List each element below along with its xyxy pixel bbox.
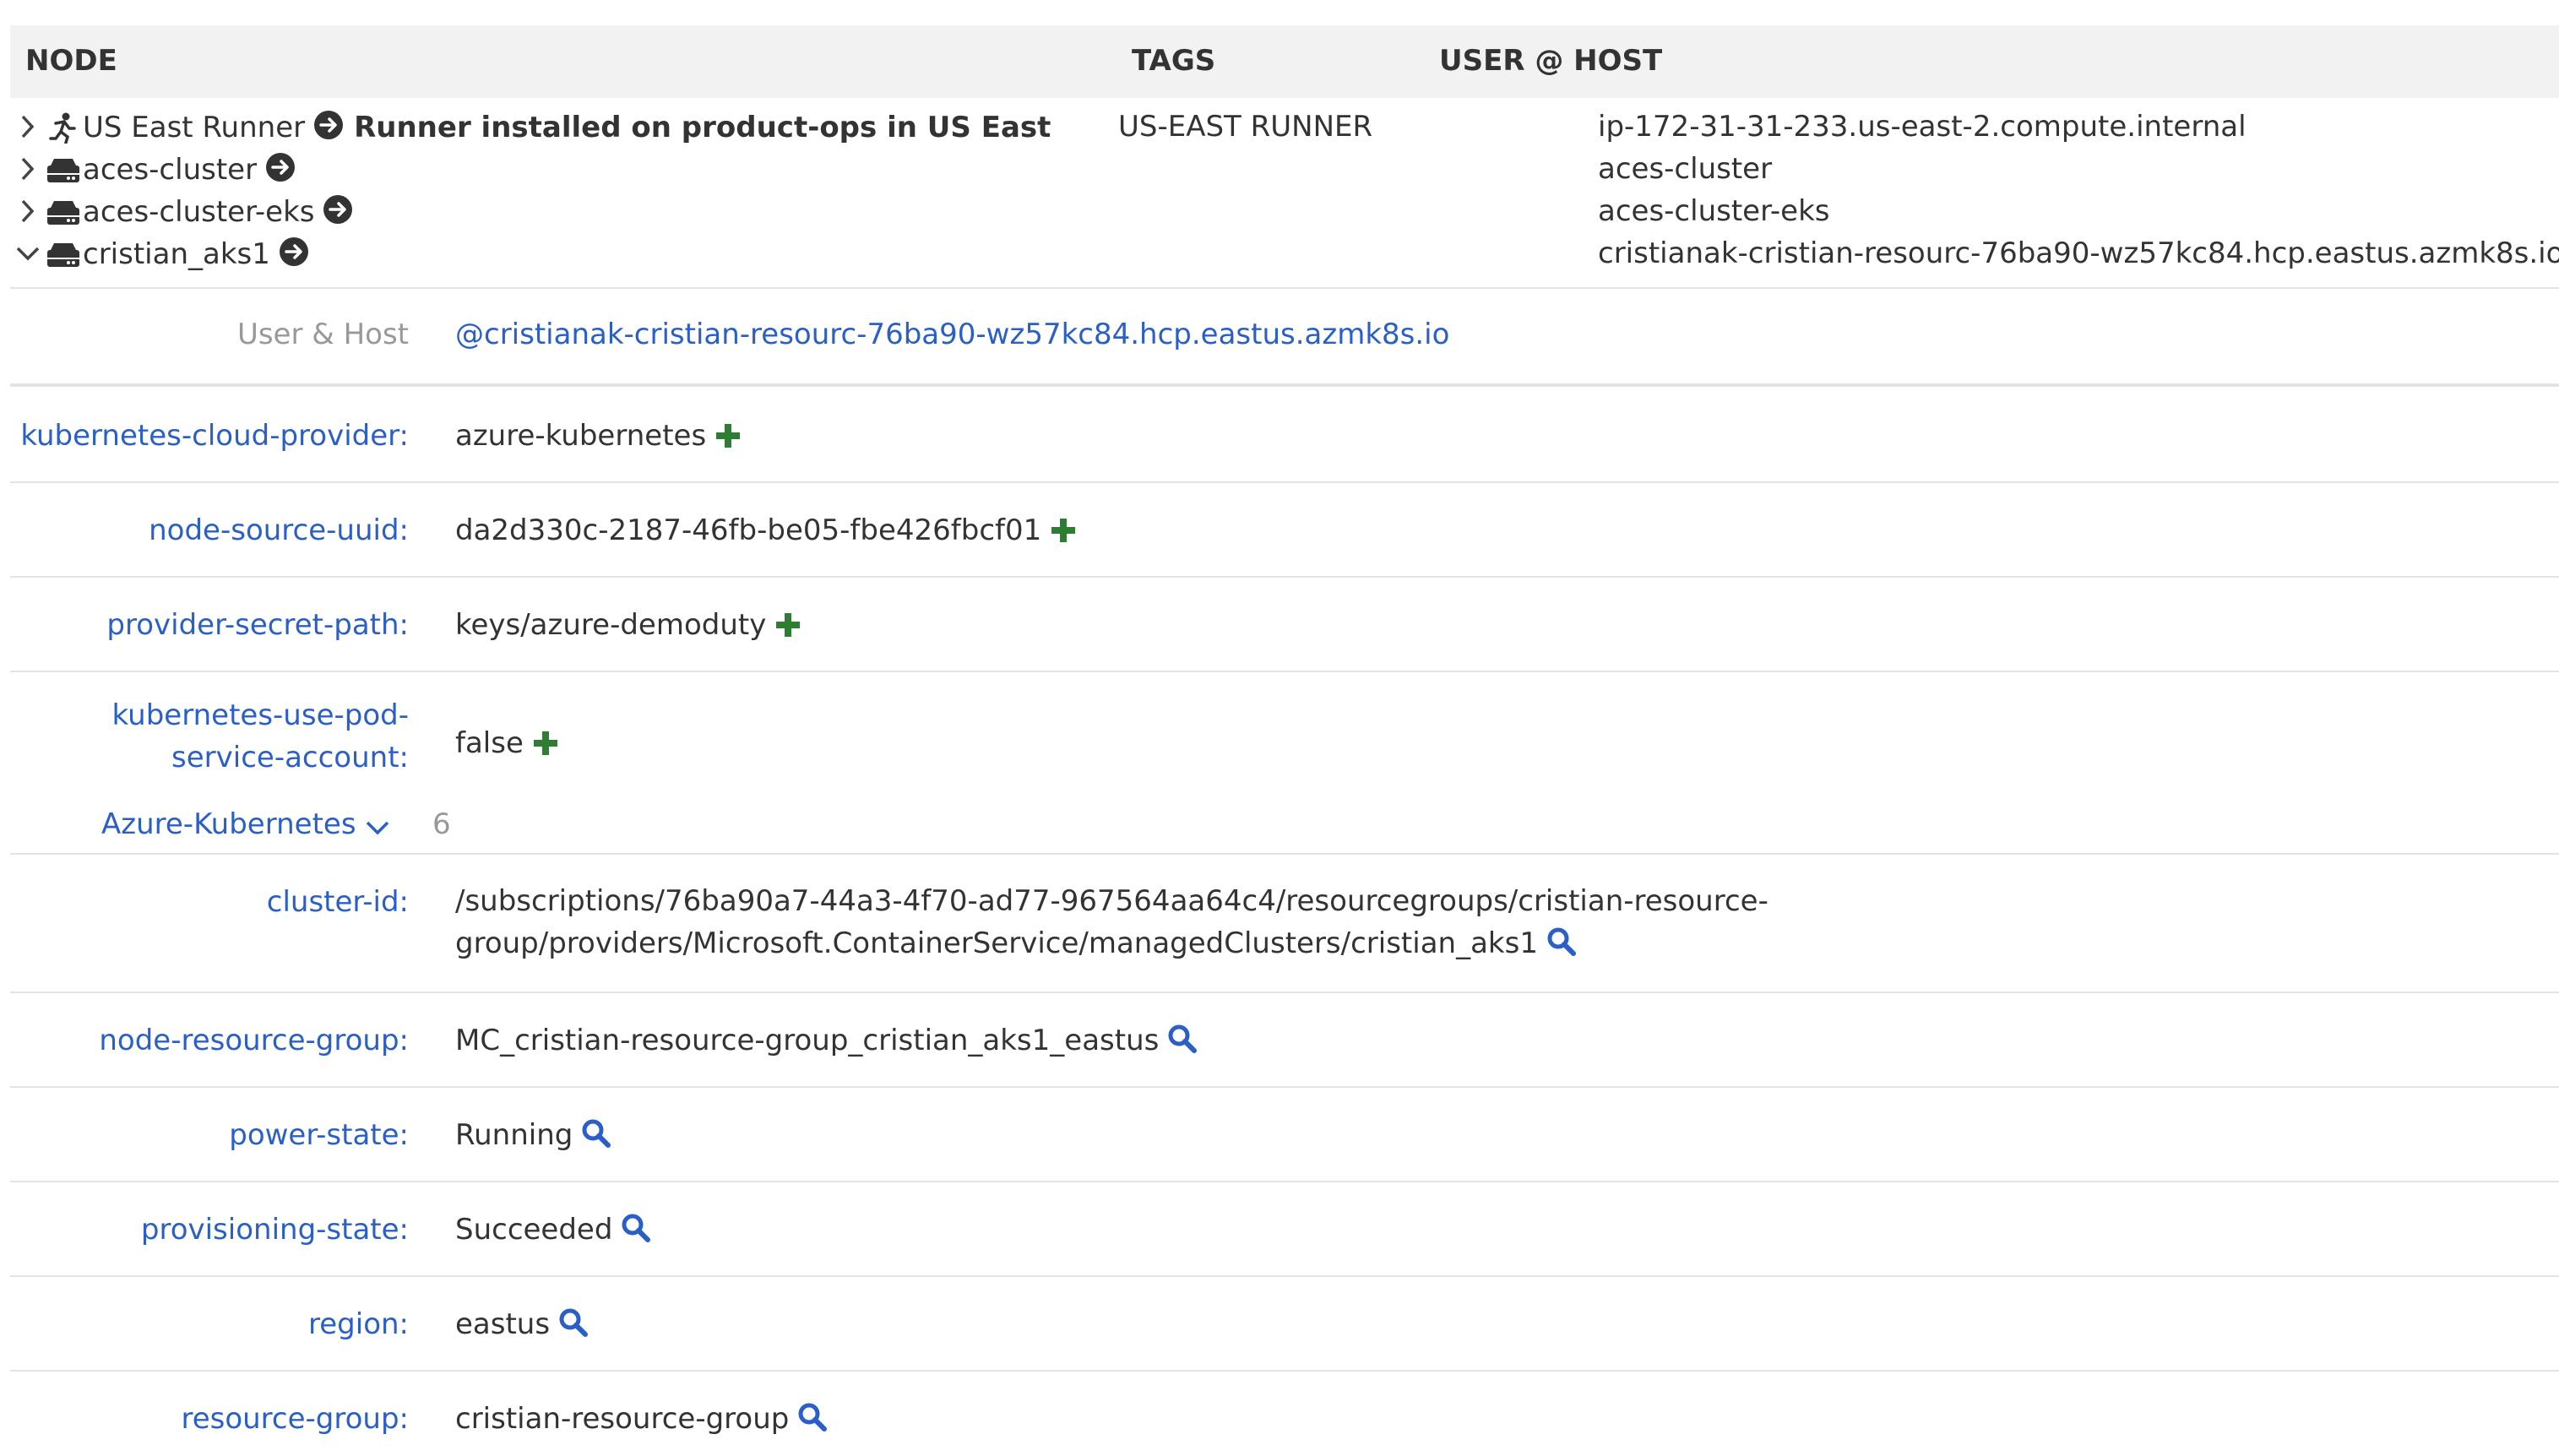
node-host: ip-172-31-31-233.us-east-2.compute.inter… xyxy=(1598,110,2247,144)
attribute-value: cristian-resource-group xyxy=(455,1402,790,1436)
column-header-user-host[interactable]: USER @ HOST xyxy=(1439,44,1662,78)
node-name[interactable]: aces-cluster-eks xyxy=(83,195,314,229)
attribute-value: false xyxy=(455,726,524,760)
node-name[interactable]: aces-cluster xyxy=(83,153,257,187)
attribute-value: Running xyxy=(455,1118,573,1152)
attribute-row: kubernetes-use-pod- service-account: fal… xyxy=(10,672,2559,799)
attribute-value: azure-kubernetes xyxy=(455,419,707,453)
attribute-row: power-state: Running xyxy=(10,1088,2559,1182)
attribute-value: MC_cristian-resource-group_cristian_aks1… xyxy=(455,1024,1160,1057)
arrow-circle-right-icon[interactable] xyxy=(279,236,309,267)
plus-icon[interactable] xyxy=(1050,517,1077,544)
node-row-us-east-runner[interactable]: US East Runner Runner installed on produc… xyxy=(10,108,2559,150)
chevron-down-icon[interactable] xyxy=(365,818,390,838)
chevron-down-icon[interactable] xyxy=(15,238,41,269)
column-header-node[interactable]: NODE xyxy=(25,44,117,78)
node-host: cristianak-cristian-resourc-76ba90-wz57k… xyxy=(1598,236,2559,270)
node-row-cristian-aks1[interactable]: cristian_aks1 cristianak-cristian-resour… xyxy=(10,235,2559,277)
attribute-key: node-resource-group: xyxy=(99,1024,409,1057)
attribute-value: /subscriptions/76ba90a7-44a3-4f70-ad77-9… xyxy=(455,884,1768,918)
attribute-value: da2d330c-2187-46fb-be05-fbe426fbcf01 xyxy=(455,513,1042,547)
attribute-row: provisioning-state: Succeeded xyxy=(10,1182,2559,1277)
search-icon[interactable] xyxy=(581,1118,611,1149)
attribute-value: eastus xyxy=(455,1307,551,1341)
plus-icon[interactable] xyxy=(532,730,559,757)
node-description: Runner installed on product-ops in US Ea… xyxy=(354,111,1051,144)
node-row-aces-cluster[interactable]: aces-cluster aces-cluster xyxy=(10,150,2559,193)
server-icon xyxy=(47,243,79,267)
attribute-key: provisioning-state: xyxy=(140,1213,409,1247)
node-host: aces-cluster-eks xyxy=(1598,194,1830,228)
search-icon[interactable] xyxy=(621,1213,651,1243)
search-icon[interactable] xyxy=(1167,1024,1198,1054)
attribute-group-header[interactable]: Azure-Kubernetes 6 xyxy=(10,799,2559,855)
node-name[interactable]: cristian_aks1 xyxy=(83,237,270,271)
column-header-tags[interactable]: TAGS xyxy=(1132,44,1215,78)
group-count: 6 xyxy=(432,807,451,841)
attribute-key: cluster-id: xyxy=(266,885,409,919)
attribute-key: resource-group: xyxy=(181,1402,409,1436)
arrow-circle-right-icon[interactable] xyxy=(323,194,353,225)
arrow-circle-right-icon[interactable] xyxy=(265,152,296,182)
plus-icon[interactable] xyxy=(714,422,742,449)
server-icon xyxy=(47,201,79,225)
attribute-key: power-state: xyxy=(229,1118,409,1152)
attribute-key: region: xyxy=(308,1307,409,1341)
arrow-circle-right-icon[interactable] xyxy=(313,110,344,140)
server-icon xyxy=(47,159,79,182)
attribute-row: node-resource-group: MC_cristian-resourc… xyxy=(10,993,2559,1088)
search-icon[interactable] xyxy=(797,1402,828,1432)
attribute-key: provider-secret-path: xyxy=(106,608,409,642)
attribute-row: region: eastus xyxy=(10,1277,2559,1372)
user-host-label: User & Host xyxy=(236,318,409,351)
attribute-row: cluster-id: /subscriptions/76ba90a7-44a3… xyxy=(10,855,2559,993)
attribute-value: keys/azure-demoduty xyxy=(455,608,767,642)
chevron-right-icon[interactable] xyxy=(15,196,41,226)
table-header: NODE TAGS USER @ HOST xyxy=(10,25,2559,98)
user-host-link[interactable]: @cristianak-cristian-resourc-76ba90-wz57… xyxy=(455,318,1449,351)
attribute-row: resource-group: cristian-resource-group xyxy=(10,1372,2559,1456)
attribute-value: Succeeded xyxy=(455,1213,613,1247)
node-list: US East Runner Runner installed on produc… xyxy=(10,98,2559,289)
search-icon[interactable] xyxy=(558,1307,589,1338)
node-row-aces-cluster-eks[interactable]: aces-cluster-eks aces-cluster-eks xyxy=(10,193,2559,235)
attribute-key: node-source-uuid: xyxy=(149,513,409,547)
attribute-row: kubernetes-cloud-provider: azure-kuberne… xyxy=(10,387,2559,483)
attribute-row: provider-secret-path: keys/azure-demodut… xyxy=(10,578,2559,672)
attribute-key: kubernetes-use-pod- service-account: xyxy=(111,698,409,774)
user-host-row: User & Host @cristianak-cristian-resourc… xyxy=(10,289,2559,387)
plus-icon[interactable] xyxy=(774,611,801,638)
group-label[interactable]: Azure-Kubernetes xyxy=(101,807,356,841)
node-tags[interactable]: US-EAST RUNNER xyxy=(1118,110,1372,144)
chevron-right-icon[interactable] xyxy=(15,154,41,184)
attribute-key: kubernetes-cloud-provider: xyxy=(20,419,409,453)
node-name[interactable]: US East Runner xyxy=(83,111,305,144)
chevron-right-icon[interactable] xyxy=(15,111,41,142)
attribute-value: group/providers/Microsoft.ContainerServi… xyxy=(455,926,1538,960)
runner-icon xyxy=(49,112,76,144)
attribute-row: node-source-uuid: da2d330c-2187-46fb-be0… xyxy=(10,483,2559,578)
node-host: aces-cluster xyxy=(1598,152,1773,186)
search-icon[interactable] xyxy=(1546,926,1577,957)
node-browser: NODE TAGS USER @ HOST US East Runner Runn… xyxy=(10,25,2559,1456)
